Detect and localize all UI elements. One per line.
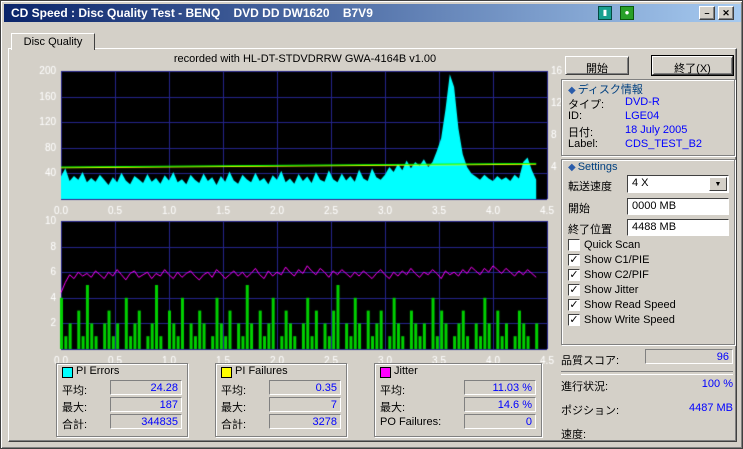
settings-header-label: Settings: [577, 161, 618, 173]
pi-failures-title: PI Failures: [235, 365, 288, 377]
settings-header: ◆ Settings: [566, 161, 620, 173]
jitter-max-value: 14.6 %: [464, 397, 536, 412]
speed-label: 速度:: [561, 429, 587, 441]
close-button[interactable]: ✕: [718, 6, 734, 20]
diamond-icon: ◆: [568, 85, 576, 96]
pi-failures-max-value: 7: [269, 397, 341, 412]
end-position-input[interactable]: 4488 MB: [627, 219, 729, 236]
show-write-speed-label: Show Write Speed: [584, 314, 675, 326]
po-failures-value: 0: [464, 414, 536, 429]
end-position-label: 終了位置: [568, 224, 612, 236]
title-bar[interactable]: CD Speed : Disc Quality Test - BENQ DVD …: [4, 4, 741, 22]
disc-type-value: DVD-R: [625, 96, 660, 108]
jitter-avg-label: 平均:: [380, 385, 406, 397]
tab-label: Disc Quality: [23, 36, 83, 48]
po-failures-label: PO Failures:: [380, 416, 442, 428]
quick-scan-label: Quick Scan: [584, 239, 641, 251]
pi-failures-total-label: 合計:: [221, 419, 247, 431]
disc-info-header: ◆ ディスク情報: [566, 81, 645, 97]
minimize-button[interactable]: –: [699, 6, 715, 20]
position-label: ポジション:: [561, 405, 620, 417]
show-jitter-checkbox[interactable]: ✓: [568, 284, 580, 296]
transfer-rate-value: 4 X: [632, 177, 649, 189]
tab-disc-quality[interactable]: Disc Quality: [11, 33, 95, 50]
jitter-title: Jitter: [394, 365, 418, 377]
disc-label-value: CDS_TEST_B2: [625, 138, 703, 150]
pi-errors-max-value: 187: [110, 397, 182, 412]
exit-button[interactable]: 終了(X): [651, 55, 734, 76]
progress-label: 進行状況:: [561, 381, 609, 393]
pi-errors-avg-value: 24.28: [110, 380, 182, 395]
start-position-input[interactable]: 0000 MB: [627, 198, 729, 215]
jitter-legend-icon: [380, 367, 391, 378]
disc-id-value: LGE04: [625, 110, 660, 122]
graph-icon[interactable]: ▮: [598, 6, 612, 20]
disc-id-label: ID:: [568, 110, 583, 122]
disc-label-label: Label:: [568, 138, 598, 150]
pi-errors-avg-label: 平均:: [62, 385, 88, 397]
show-c1-pie-checkbox[interactable]: ✓: [568, 254, 580, 266]
pi-failures-jitter-chart: [33, 213, 563, 367]
show-c1-pie-label: Show C1/PIE: [584, 254, 650, 266]
diamond-icon: ◆: [568, 162, 576, 173]
start-button[interactable]: 開始: [565, 56, 629, 75]
app-window: CD Speed : Disc Quality Test - BENQ DVD …: [0, 0, 743, 449]
pi-errors-speed-chart: [33, 63, 563, 217]
pi-failures-avg-label: 平均:: [221, 385, 247, 397]
show-c2-pif-checkbox[interactable]: ✓: [568, 269, 580, 281]
start-position-value: 0000 MB: [632, 200, 677, 212]
end-position-value: 4488 MB: [632, 221, 677, 233]
show-read-speed-label: Show Read Speed: [584, 299, 676, 311]
show-write-speed-checkbox[interactable]: ✓: [568, 314, 580, 326]
disc-date-value: 18 July 2005: [625, 124, 688, 136]
separator: [561, 371, 733, 375]
window-title: CD Speed : Disc Quality Test - BENQ DVD …: [11, 6, 373, 20]
pi-errors-legend-icon: [62, 367, 73, 378]
pi-failures-max-label: 最大:: [221, 402, 247, 414]
progress-value: 100 %: [701, 378, 733, 390]
pi-errors-max-label: 最大:: [62, 402, 88, 414]
disc-icon[interactable]: ●: [620, 6, 634, 20]
pi-failures-total-value: 3278: [269, 414, 341, 429]
quality-score-value: 96: [645, 349, 733, 364]
show-read-speed-checkbox[interactable]: ✓: [568, 299, 580, 311]
chevron-down-icon[interactable]: ▼: [709, 177, 727, 191]
transfer-rate-select[interactable]: 4 X ▼: [627, 175, 729, 193]
pi-errors-total-label: 合計:: [62, 419, 88, 431]
start-position-label: 開始: [568, 203, 590, 215]
jitter-max-label: 最大:: [380, 402, 406, 414]
quick-scan-checkbox[interactable]: [568, 239, 580, 251]
quality-score-label: 品質スコア:: [561, 355, 620, 367]
pi-errors-total-value: 344835: [110, 414, 182, 429]
show-jitter-label: Show Jitter: [584, 284, 639, 296]
transfer-rate-label: 転送速度: [568, 181, 612, 193]
pi-failures-legend-icon: [221, 367, 232, 378]
position-value: 4487 MB: [688, 402, 733, 414]
pi-failures-avg-value: 0.35: [269, 380, 341, 395]
jitter-avg-value: 11.03 %: [464, 380, 536, 395]
pi-errors-title: PI Errors: [76, 365, 120, 377]
show-c2-pif-label: Show C2/PIF: [584, 269, 649, 281]
disc-info-header-label: ディスク情報: [577, 84, 643, 96]
